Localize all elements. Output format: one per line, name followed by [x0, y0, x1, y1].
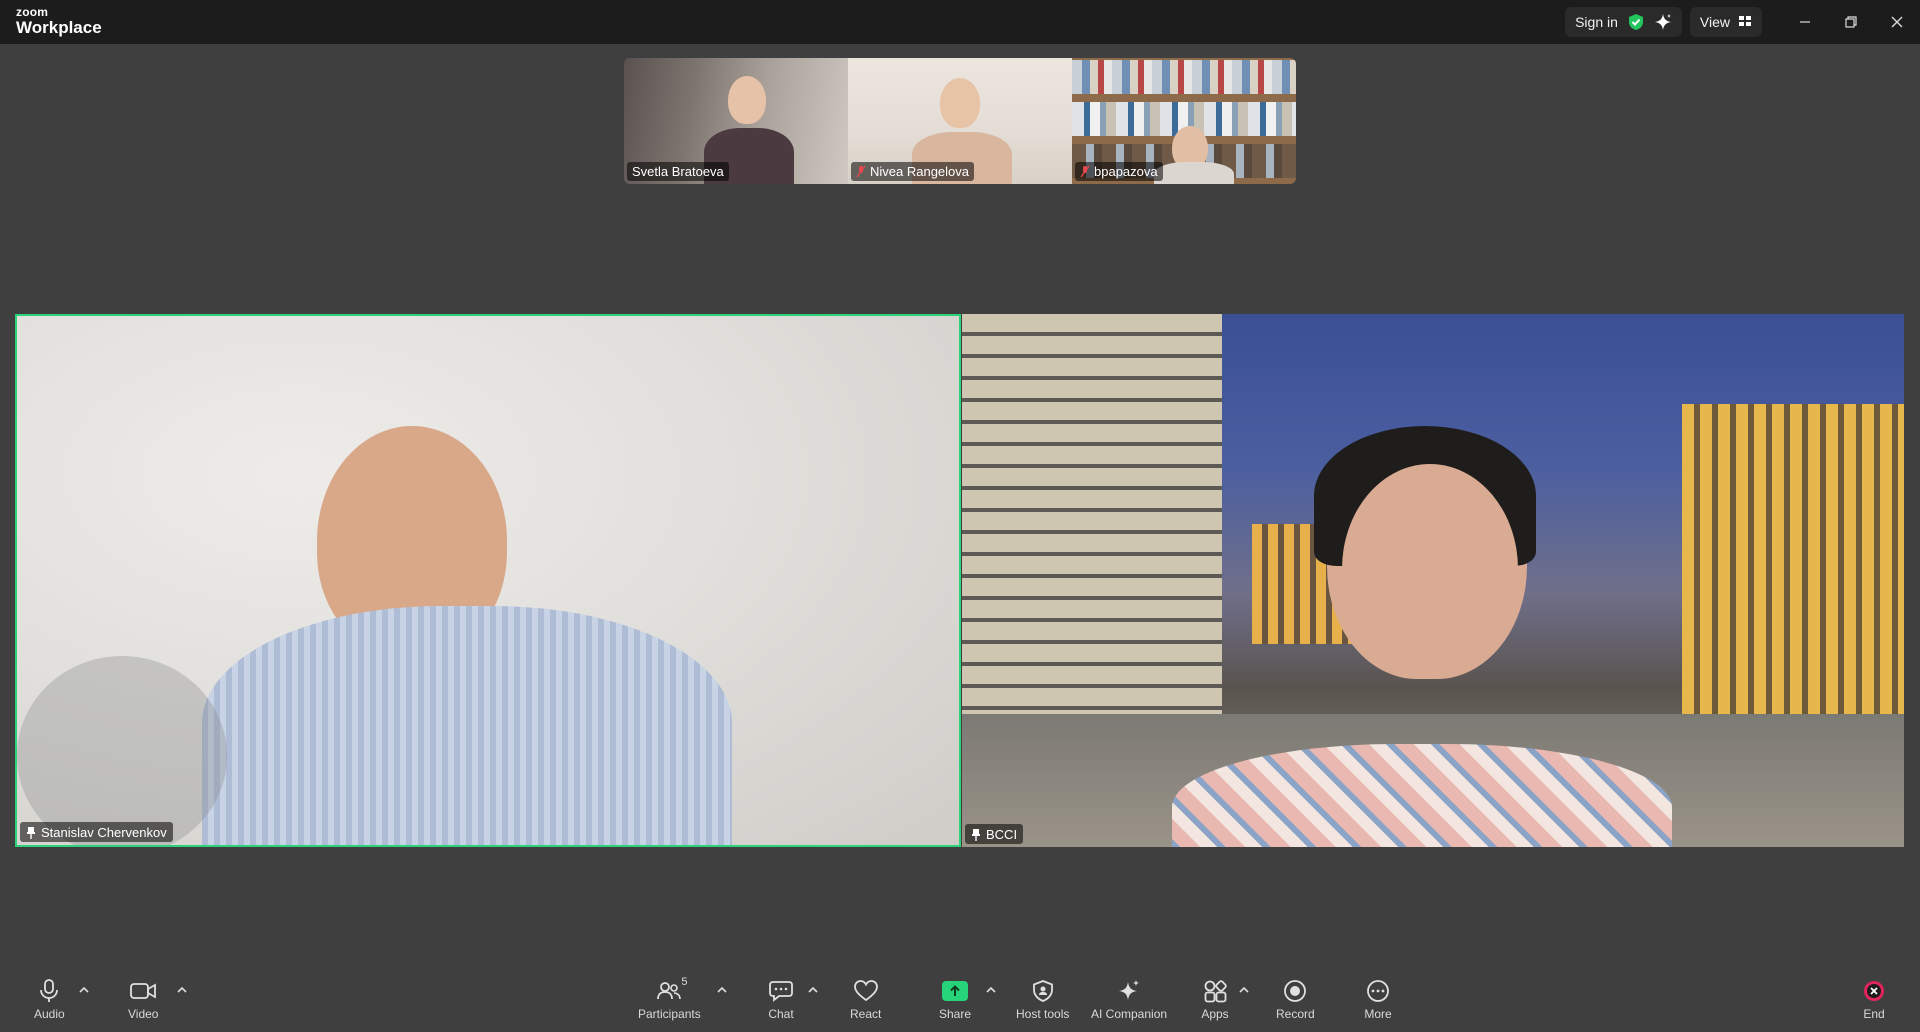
ai-sparkle-icon[interactable]	[1654, 13, 1672, 31]
restore-button[interactable]	[1828, 0, 1874, 44]
bookshelf-background	[1072, 60, 1296, 94]
close-icon	[1891, 16, 1903, 28]
minimize-button[interactable]	[1782, 0, 1828, 44]
muted-mic-icon	[1080, 165, 1090, 178]
video-options-chevron-icon[interactable]	[176, 984, 188, 996]
end-call-icon	[1860, 978, 1888, 1004]
apps-options-chevron-icon[interactable]	[1238, 984, 1250, 996]
share-options-chevron-icon[interactable]	[985, 984, 997, 996]
sign-in-group: Sign in	[1565, 7, 1682, 37]
participant-video	[940, 78, 980, 128]
chat-bubble-icon	[767, 978, 795, 1004]
audio-button[interactable]: Audio	[34, 978, 65, 1021]
record-icon	[1281, 978, 1309, 1004]
video-button[interactable]: Video	[128, 978, 158, 1021]
participants-count: 5	[681, 976, 688, 988]
virtual-background	[1682, 404, 1904, 744]
audio-options-chevron-icon[interactable]	[78, 984, 90, 996]
participant-name-tag: Svetla Bratoeva	[627, 162, 729, 181]
participant-name-tag: Nivea Rangelova	[851, 162, 975, 181]
brand-big: Workplace	[16, 18, 102, 37]
gallery-strip: Svetla Bratoeva Nivea Rangelova bpapazov…	[624, 58, 1296, 184]
participants-button[interactable]: 5 Participants	[638, 976, 701, 1021]
end-meeting-button[interactable]: End	[1860, 978, 1888, 1021]
ai-companion-label: AI Companion	[1091, 1007, 1168, 1021]
participant-tile[interactable]: bpapazova	[1072, 58, 1296, 184]
grid-view-icon	[1738, 14, 1752, 30]
restore-icon	[1845, 16, 1857, 28]
microphone-icon	[35, 978, 63, 1004]
view-button[interactable]: View	[1689, 7, 1762, 37]
participant-tile[interactable]: Svetla Bratoeva	[624, 58, 848, 184]
host-tools-button[interactable]: Host tools	[1016, 978, 1069, 1021]
close-button[interactable]	[1874, 0, 1920, 44]
apps-label: Apps	[1201, 1007, 1229, 1021]
speaker-name-tag: Stanislav Chervenkov	[20, 822, 173, 842]
participant-name: Svetla Bratoeva	[632, 164, 724, 179]
minimize-icon	[1800, 21, 1810, 23]
participant-name-tag: bpapazova	[1075, 162, 1163, 181]
speaker-tile[interactable]: BCCI	[962, 314, 1904, 847]
participant-body	[202, 606, 732, 845]
record-label: Record	[1276, 1007, 1315, 1021]
apps-grid-icon	[1201, 978, 1229, 1004]
heart-icon	[852, 978, 880, 1004]
record-button[interactable]: Record	[1276, 978, 1315, 1021]
participants-label: Participants	[638, 1007, 701, 1021]
participant-body	[17, 656, 227, 845]
view-label: View	[1699, 14, 1730, 30]
react-button[interactable]: React	[850, 978, 881, 1021]
more-ellipsis-icon	[1364, 978, 1392, 1004]
virtual-background	[962, 314, 1222, 734]
ai-sparkle-icon	[1115, 978, 1143, 1004]
participant-tile[interactable]: Nivea Rangelova	[848, 58, 1072, 184]
participant-name: bpapazova	[1094, 164, 1158, 179]
more-label: More	[1364, 1007, 1392, 1021]
speaker-name-tag: BCCI	[965, 824, 1024, 844]
participants-options-chevron-icon[interactable]	[716, 984, 728, 996]
more-button[interactable]: More	[1364, 978, 1392, 1021]
active-speaker-tile[interactable]: Stanislav Chervenkov	[15, 314, 961, 847]
sign-in-button[interactable]: Sign in	[1575, 14, 1618, 30]
host-tools-label: Host tools	[1016, 1007, 1070, 1021]
muted-mic-icon	[856, 165, 866, 178]
security-shield-icon[interactable]	[1628, 13, 1644, 31]
zoom-logo: zoom Workplace	[16, 6, 102, 36]
title-bar: zoom Workplace Sign in View	[0, 0, 1920, 44]
participant-body	[1154, 162, 1234, 184]
share-button[interactable]: Share	[939, 978, 971, 1021]
participant-body	[1172, 744, 1672, 847]
end-label: End	[1863, 1007, 1885, 1021]
brand-small: zoom	[16, 5, 49, 19]
meeting-toolbar: Audio Video 5 Participants Chat React Sh…	[0, 972, 1920, 1032]
chat-options-chevron-icon[interactable]	[807, 984, 819, 996]
react-label: React	[850, 1007, 882, 1021]
participant-video	[728, 76, 766, 124]
share-screen-icon	[941, 978, 969, 1004]
ai-companion-button[interactable]: AI Companion	[1091, 978, 1167, 1021]
audio-label: Audio	[34, 1007, 65, 1021]
apps-button[interactable]: Apps	[1201, 978, 1229, 1021]
share-label: Share	[939, 1007, 972, 1021]
video-camera-icon	[129, 978, 157, 1004]
speaker-name: Stanislav Chervenkov	[41, 824, 167, 840]
pin-icon	[26, 826, 36, 839]
shield-icon	[1029, 978, 1057, 1004]
chat-label: Chat	[768, 1007, 794, 1021]
participants-icon: 5	[655, 976, 687, 1004]
speaker-name: BCCI	[986, 826, 1018, 842]
participant-video	[1342, 464, 1518, 674]
chat-button[interactable]: Chat	[767, 978, 795, 1021]
pin-icon	[971, 828, 981, 841]
video-label: Video	[128, 1007, 159, 1021]
title-bar-controls: Sign in View	[1565, 0, 1920, 44]
participant-name: Nivea Rangelova	[870, 164, 970, 179]
